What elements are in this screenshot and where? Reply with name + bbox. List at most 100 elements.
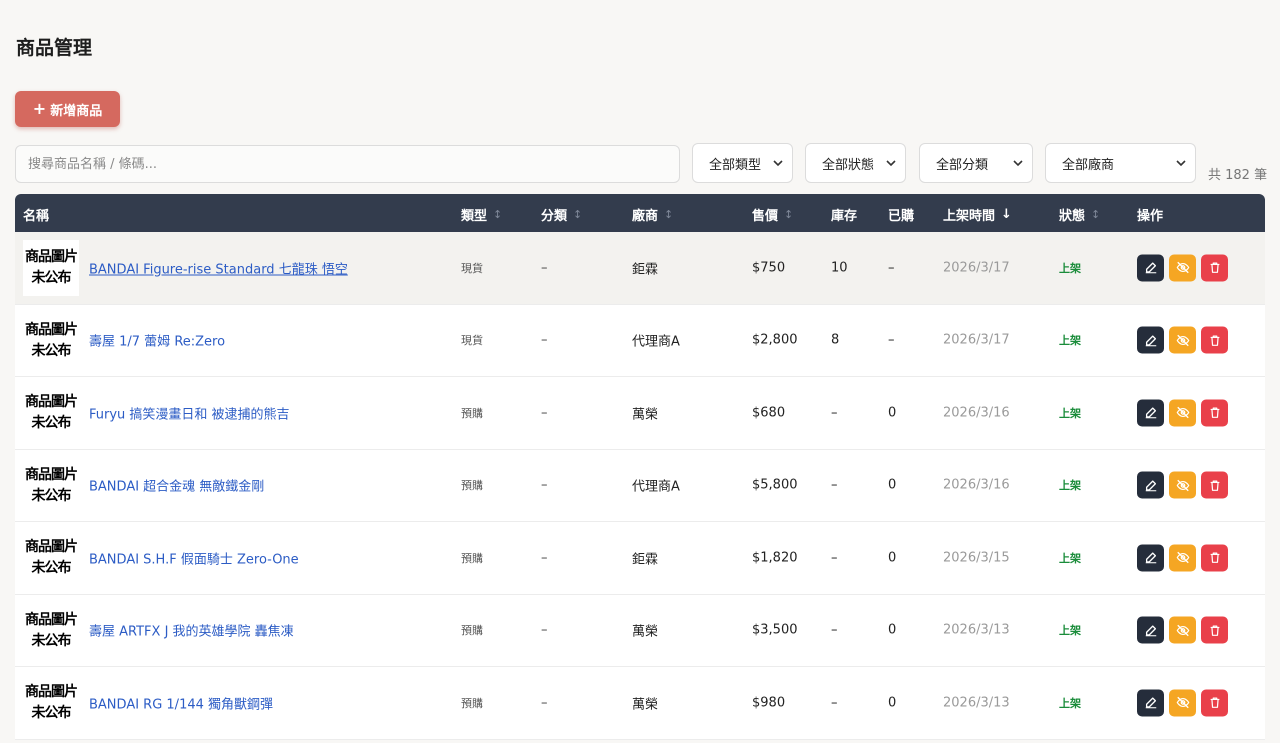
product-thumbnail: 商品圖片 未公布 (23, 602, 79, 659)
sort-icon: ↕ (573, 208, 583, 221)
product-category: – (541, 550, 548, 566)
delete-button[interactable] (1201, 544, 1228, 572)
eye-off-icon (1176, 407, 1189, 419)
product-listed-date: 2026/3/17 (943, 260, 1010, 276)
product-ordered: 0 (888, 695, 897, 711)
edit-button[interactable] (1137, 689, 1164, 717)
status-badge: 上架 (1059, 551, 1081, 565)
row-actions (1137, 616, 1228, 644)
product-table: 名稱 類型 ↕ 分類 ↕ 廠商 ↕ 售價 ↕ 庫存 已購 上架時間 ↓ 狀態 ↕… (15, 194, 1265, 740)
chevron-down-icon (773, 160, 783, 167)
product-type: 預購 (461, 406, 483, 420)
product-vendor: 鉅霖 (632, 262, 659, 278)
trash-icon (1210, 697, 1219, 709)
product-type: 預購 (461, 479, 483, 493)
add-product-button[interactable]: + 新增商品 (15, 91, 120, 127)
header-status-label: 狀態 (1059, 209, 1086, 224)
product-name-link[interactable]: Furyu 搞笑漫畫日和 被逮捕的熊吉 (89, 403, 290, 422)
category-filter-select[interactable]: 全部分類 (919, 143, 1033, 183)
thumbnail-text-line2: 未公布 (31, 632, 72, 649)
product-name-link[interactable]: BANDAI Figure-rise Standard 七龍珠 悟空 (89, 258, 348, 277)
header-category[interactable]: 分類 ↕ (541, 205, 582, 224)
header-price[interactable]: 售價 ↕ (752, 205, 793, 224)
product-price: $1,820 (752, 550, 798, 566)
product-name-link[interactable]: BANDAI S.H.F 假面騎士 Zero-One (89, 548, 299, 567)
row-actions (1137, 254, 1228, 282)
product-ordered: 0 (888, 477, 897, 493)
vendor-filter-value: 全部廠商 (1062, 157, 1115, 173)
hide-button[interactable] (1169, 616, 1196, 644)
eye-off-icon (1176, 334, 1189, 346)
search-input[interactable] (15, 145, 680, 183)
sort-icon: ↕ (664, 208, 674, 221)
table-row: 商品圖片 未公布 Furyu 搞笑漫畫日和 被逮捕的熊吉 預購 – 萬榮 $68… (15, 377, 1265, 450)
header-actions-label: 操作 (1137, 209, 1164, 224)
product-stock: – (831, 622, 838, 638)
delete-button[interactable] (1201, 616, 1228, 644)
thumbnail-text-line1: 商品圖片 (25, 394, 78, 410)
delete-button[interactable] (1201, 471, 1228, 499)
product-stock: – (831, 695, 838, 711)
product-listed-date: 2026/3/16 (943, 477, 1010, 493)
product-ordered: 0 (888, 405, 897, 421)
eye-off-icon (1176, 262, 1189, 274)
header-name[interactable]: 名稱 (23, 205, 49, 224)
delete-button[interactable] (1201, 399, 1228, 427)
table-body: 商品圖片 未公布 BANDAI Figure-rise Standard 七龍珠… (15, 232, 1265, 740)
product-category: – (541, 332, 548, 348)
edit-button[interactable] (1137, 471, 1164, 499)
delete-button[interactable] (1201, 689, 1228, 717)
trash-icon (1210, 625, 1219, 636)
product-vendor: 代理商A (632, 479, 680, 495)
trash-icon (1210, 552, 1219, 564)
product-ordered: 0 (888, 550, 897, 566)
product-type: 預購 (461, 696, 483, 710)
hide-button[interactable] (1169, 326, 1196, 354)
product-name-link[interactable]: 壽屋 1/7 蕾姆 Re:Zero (89, 331, 225, 350)
product-name-link[interactable]: 壽屋 ARTFX J 我的英雄學院 轟焦凍 (89, 621, 294, 640)
product-type: 預購 (461, 551, 483, 565)
hide-button[interactable] (1169, 471, 1196, 499)
status-badge: 上架 (1059, 334, 1081, 348)
header-status[interactable]: 狀態 ↕ (1059, 205, 1100, 224)
header-vendor[interactable]: 廠商 ↕ (632, 205, 673, 224)
product-price: $3,500 (752, 622, 798, 638)
edit-button[interactable] (1137, 254, 1164, 282)
row-actions (1137, 326, 1228, 354)
hide-button[interactable] (1169, 689, 1196, 717)
product-vendor: 代理商A (632, 334, 680, 350)
product-name-link[interactable]: BANDAI 超合金魂 無敵鐵金剛 (89, 476, 264, 495)
trash-icon (1210, 480, 1219, 491)
edit-button[interactable] (1137, 616, 1164, 644)
page-title: 商品管理 (16, 37, 93, 59)
header-type[interactable]: 類型 ↕ (461, 205, 502, 224)
header-listed-time[interactable]: 上架時間 ↓ (943, 205, 1012, 224)
row-actions (1137, 471, 1228, 499)
delete-button[interactable] (1201, 326, 1228, 354)
type-filter-select[interactable]: 全部類型 (692, 143, 793, 183)
edit-button[interactable] (1137, 399, 1164, 427)
status-badge: 上架 (1059, 696, 1081, 710)
status-filter-value: 全部狀態 (822, 157, 875, 173)
type-filter-value: 全部類型 (709, 157, 762, 173)
product-type: 預購 (461, 624, 483, 638)
row-actions (1137, 544, 1228, 572)
product-listed-date: 2026/3/17 (943, 332, 1010, 348)
product-category: – (541, 477, 548, 493)
header-listed-label: 上架時間 (943, 209, 996, 224)
vendor-filter-select[interactable]: 全部廠商 (1045, 143, 1196, 183)
header-ordered: 已購 (888, 205, 914, 224)
product-name-link[interactable]: BANDAI RG 1/144 獨角獸鋼彈 (89, 693, 273, 712)
eye-off-icon (1176, 697, 1189, 709)
header-price-label: 售價 (752, 209, 779, 224)
edit-button[interactable] (1137, 326, 1164, 354)
product-vendor: 萬榮 (632, 407, 659, 423)
hide-button[interactable] (1169, 544, 1196, 572)
status-filter-select[interactable]: 全部狀態 (805, 143, 906, 183)
delete-button[interactable] (1201, 254, 1228, 282)
edit-button[interactable] (1137, 544, 1164, 572)
trash-icon (1210, 262, 1219, 274)
product-stock: – (831, 477, 838, 493)
hide-button[interactable] (1169, 254, 1196, 282)
hide-button[interactable] (1169, 399, 1196, 427)
